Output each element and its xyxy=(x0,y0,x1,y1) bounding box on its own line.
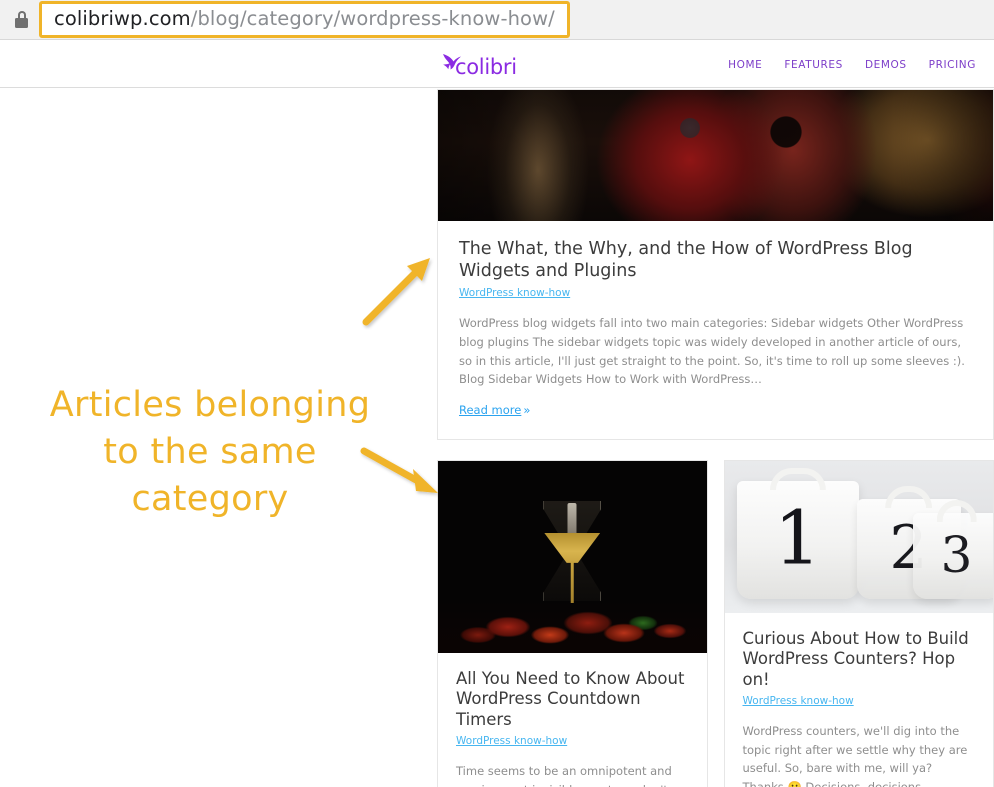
annotation-text: Articles belonging to the same category xyxy=(49,385,371,519)
main-navigation: HOME FEATURES DEMOS PRICING xyxy=(728,41,976,88)
hourglass-sand xyxy=(544,532,601,563)
nav-item-features[interactable]: FEATURES xyxy=(784,59,843,71)
post-card-body: Curious About How to Build WordPress Cou… xyxy=(725,613,994,787)
blog-post-list: The What, the Why, and the How of WordPr… xyxy=(437,89,994,787)
guitars-photo[interactable] xyxy=(438,90,993,221)
url-highlight-box: colibriwp.com/blog/category/wordpress-kn… xyxy=(39,1,570,38)
nav-item-demos[interactable]: DEMOS xyxy=(865,59,907,71)
site-header: colibri HOME FEATURES DEMOS PRICING xyxy=(0,41,994,88)
hourglass-core xyxy=(567,502,577,537)
post-card-half-left[interactable]: All You Need to Know About WordPress Cou… xyxy=(437,459,708,787)
hourglass-sand-stream xyxy=(571,560,574,603)
post-card-half-right[interactable]: 1 2 3 Curious About How to Build WordPre… xyxy=(723,459,994,787)
post-card-body: All You Need to Know About WordPress Cou… xyxy=(438,653,707,787)
bucket-handle xyxy=(769,467,826,490)
nav-item-pricing[interactable]: PRICING xyxy=(929,59,976,71)
post-card-full[interactable]: The What, the Why, and the How of WordPr… xyxy=(437,89,994,440)
bucket-number: 3 xyxy=(940,525,973,584)
browser-url-bar: colibriwp.com/blog/category/wordpress-kn… xyxy=(0,0,994,40)
numbered-buckets-photo[interactable]: 1 2 3 xyxy=(724,460,993,613)
hourglass-photo[interactable] xyxy=(438,460,707,653)
post-excerpt: WordPress counters, we'll dig into the t… xyxy=(742,724,968,787)
red-leaves xyxy=(438,600,707,653)
post-category-link[interactable]: WordPress know-how xyxy=(459,287,570,299)
chevron-right-icon: » xyxy=(523,402,531,417)
post-excerpt: WordPress blog widgets fall into two mai… xyxy=(459,316,965,387)
bucket-one: 1 xyxy=(736,467,859,599)
post-title[interactable]: All You Need to Know About WordPress Cou… xyxy=(456,669,689,730)
lock-icon xyxy=(14,11,29,28)
read-more-link[interactable]: Read more» xyxy=(459,403,530,417)
arrow-to-first-article xyxy=(362,258,430,326)
post-category-link[interactable]: WordPress know-how xyxy=(743,695,854,707)
post-row: All You Need to Know About WordPress Cou… xyxy=(437,459,994,787)
read-more-label: Read more xyxy=(459,402,522,417)
post-category-link[interactable]: WordPress know-how xyxy=(456,735,567,747)
logo-text: colibri xyxy=(455,54,517,79)
post-title[interactable]: The What, the Why, and the How of WordPr… xyxy=(459,239,972,282)
site-logo[interactable]: colibri xyxy=(438,49,517,79)
address-bar-input[interactable]: colibriwp.com/blog/category/wordpress-kn… xyxy=(54,7,555,30)
nav-item-home[interactable]: HOME xyxy=(728,59,762,71)
bucket-handle xyxy=(884,485,933,508)
url-path: /blog/category/wordpress-know-how/ xyxy=(190,7,555,30)
page-root: colibriwp.com/blog/category/wordpress-kn… xyxy=(0,0,994,787)
url-host: colibriwp.com xyxy=(54,7,191,30)
bucket-number: 1 xyxy=(773,495,822,582)
bucket-three: 3 xyxy=(912,499,993,599)
post-excerpt: Time seems to be an omnipotent and omnip… xyxy=(456,764,672,787)
post-title[interactable]: Curious About How to Build WordPress Cou… xyxy=(743,629,976,690)
post-card-body: The What, the Why, and the How of WordPr… xyxy=(438,221,993,439)
